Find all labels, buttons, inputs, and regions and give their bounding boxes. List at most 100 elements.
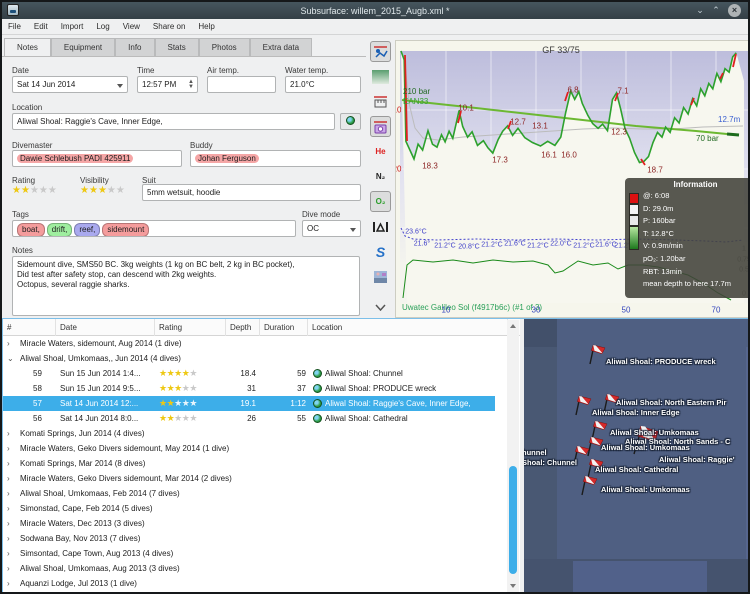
tab-equipment[interactable]: Equipment <box>51 38 115 56</box>
column-header-location[interactable]: Location <box>308 319 508 336</box>
menu-file[interactable]: File <box>8 22 21 31</box>
tag-pill[interactable]: reef, <box>74 223 100 237</box>
location-map-button[interactable] <box>340 113 361 130</box>
trip-row[interactable]: ⌄Aliwal Shoal, Umkomaas,, Jun 2014 (4 di… <box>3 351 495 366</box>
title-bar[interactable]: Subsurface: willem_2015_Augb.xml * ⌄ ⌃ × <box>2 2 748 19</box>
toolbar-collapse-icon[interactable] <box>370 297 391 318</box>
scroll-down-icon[interactable] <box>510 584 516 588</box>
menu-log[interactable]: Log <box>96 22 109 31</box>
expander-icon[interactable]: › <box>7 576 17 591</box>
menu-share-on[interactable]: Share on <box>153 22 185 31</box>
dive-list-scrollbar[interactable] <box>507 320 519 592</box>
menu-help[interactable]: Help <box>198 22 214 31</box>
time-stepper[interactable]: 12:57 PM▲▼ <box>137 76 198 93</box>
expander-icon[interactable]: › <box>7 456 17 471</box>
trip-row[interactable]: ›Sodwana Bay, Nov 2013 (7 dives) <box>3 531 495 546</box>
divemaster-field[interactable]: Dawie Schlebush PADI 425911 <box>12 150 182 167</box>
trip-row[interactable]: ›Simonstad, Cape, Feb 2014 (5 dives) <box>3 501 495 516</box>
trip-row[interactable]: ›Miracle Waters, Geko Divers sidemount, … <box>3 441 495 456</box>
dive-flag-marker[interactable] <box>574 395 593 421</box>
tags-field[interactable]: boat,drift,reef,sidemount <box>12 220 296 237</box>
date-select[interactable]: Sat 14 Jun 2014 <box>12 76 128 93</box>
tab-photos[interactable]: Photos <box>199 38 250 56</box>
column-header-num[interactable]: # <box>3 319 56 336</box>
trip-row[interactable]: ›Miracle Waters, sidemount, Aug 2014 (1 … <box>3 336 495 351</box>
close-icon[interactable]: × <box>728 4 741 17</box>
dive-row[interactable]: 57Sat 14 Jun 2014 12:...★★★★★19.11:12Ali… <box>3 396 495 411</box>
rating-stars[interactable]: ★★★★★ <box>12 185 57 196</box>
helium-graph-icon[interactable]: He <box>370 141 391 162</box>
air-temp-field[interactable] <box>207 76 276 93</box>
menu-edit[interactable]: Edit <box>34 22 48 31</box>
location-field[interactable]: Aliwal Shoal: Raggie's Cave, Inner Edge, <box>12 113 335 130</box>
trip-row[interactable]: ›Miracle Waters, Geko Divers sidemount, … <box>3 471 495 486</box>
tab-stats[interactable]: Stats <box>155 38 199 56</box>
star-icon: ★ <box>174 413 182 423</box>
trip-row[interactable]: ›Komati Springs, Jun 2014 (4 dives) <box>3 426 495 441</box>
trip-row[interactable]: ›Aliwal Shoal, Umkomaas, Aug 2013 (3 div… <box>3 561 495 576</box>
dive-computer-profile-icon[interactable] <box>370 41 391 62</box>
spinner-arrows-icon[interactable]: ▲▼ <box>188 80 194 90</box>
tag-pill[interactable]: drift, <box>47 223 73 237</box>
visibility-stars[interactable]: ★★★★★ <box>80 185 125 196</box>
nitrogen-graph-icon[interactable]: N₂ <box>370 166 391 187</box>
column-header-duration[interactable]: Duration <box>260 319 308 336</box>
tab-notes[interactable]: Notes <box>4 38 51 56</box>
trip-row[interactable]: ›Aquanzi Lodge, Jul 2013 (1 dive) <box>3 576 495 591</box>
scrollbar-thumb[interactable] <box>509 466 517 574</box>
expander-icon[interactable]: › <box>7 336 17 351</box>
tab-extra-data[interactable]: Extra data <box>250 38 312 56</box>
expander-icon[interactable]: › <box>7 561 17 576</box>
ruler-icon[interactable] <box>370 91 391 112</box>
oxygen-graph-icon[interactable]: O₂ <box>370 191 391 212</box>
water-temp-field[interactable]: 21.0°C <box>285 76 361 93</box>
column-header-rating[interactable]: Rating <box>155 319 226 336</box>
picture-thumbnail-icon[interactable] <box>370 266 391 287</box>
star-icon: ★ <box>159 398 167 408</box>
buddy-field[interactable]: Johan Ferguson <box>190 150 361 167</box>
dive-flag-marker[interactable] <box>580 475 599 501</box>
subsurface-logo-icon <box>7 4 19 16</box>
dive-row[interactable]: 59Sun 15 Jun 2014 1:4...★★★★★18.459Aliwa… <box>3 366 495 381</box>
tank-bar-icon[interactable] <box>370 216 391 237</box>
trip-row[interactable]: ›Komati Springs, Mar 2014 (8 dives) <box>3 456 495 471</box>
scroll-up-icon[interactable] <box>510 324 516 328</box>
tab-info[interactable]: Info <box>115 38 154 56</box>
column-header-date[interactable]: Date <box>56 319 155 336</box>
tag-pill[interactable]: boat, <box>17 223 45 237</box>
tab-bar: NotesEquipmentInfoStatsPhotosExtra data <box>4 38 312 56</box>
trip-row[interactable]: ›Miracle Waters, Dec 2013 (3 dives) <box>3 516 495 531</box>
expander-icon[interactable]: › <box>7 471 17 486</box>
dive-sites-map[interactable]: Aliwal Shoal: PRODUCE wreckAliwal Shoal:… <box>524 319 750 593</box>
trip-row[interactable]: ›Aliwal Shoal, Umkomaas, Feb 2014 (7 div… <box>3 486 495 501</box>
salinity-icon[interactable]: S <box>370 241 391 262</box>
expander-icon[interactable]: › <box>7 501 17 516</box>
location-label: Location <box>12 103 42 112</box>
tag-pill[interactable]: sidemount <box>102 223 149 237</box>
trip-row[interactable]: ›Simsontad, Cape Town, Aug 2013 (4 dives… <box>3 546 495 561</box>
dive-row[interactable]: 56Sat 14 Jun 2014 8:0...★★★★★2655Aliwal … <box>3 411 495 426</box>
expander-icon[interactable]: › <box>7 426 17 441</box>
star-icon: ★ <box>12 185 21 196</box>
dive-flag-marker[interactable] <box>588 344 607 370</box>
suit-field[interactable]: 5mm wetsuit, hoodie <box>142 184 361 201</box>
expander-icon[interactable]: › <box>7 546 17 561</box>
dive-list[interactable]: #DateRatingDepthDurationLocation ›Miracl… <box>3 319 520 593</box>
expander-icon[interactable]: ⌄ <box>7 351 17 366</box>
column-header-depth[interactable]: Depth <box>226 319 260 336</box>
maximize-icon[interactable]: ⌃ <box>710 5 722 17</box>
photos-icon[interactable] <box>370 116 391 137</box>
notes-textarea[interactable]: Sidemount dive, SMS50 BC. 3kg weights (1… <box>12 256 360 316</box>
expander-icon[interactable]: › <box>7 516 17 531</box>
expander-icon[interactable]: › <box>7 486 17 501</box>
shade-gradient-icon[interactable] <box>370 66 391 87</box>
expander-icon[interactable]: › <box>7 531 17 546</box>
dive-profile-chart[interactable]: GF 33/75 210 bar EAN33 70 bar 12.7m Uwat… <box>395 40 750 318</box>
dive-mode-select[interactable]: OC <box>302 220 361 237</box>
menu-view[interactable]: View <box>123 22 140 31</box>
expander-icon[interactable]: › <box>7 441 17 456</box>
shade-window-icon[interactable]: ⌄ <box>694 5 706 17</box>
dive-row[interactable]: 58Sun 15 Jun 2014 9:5...★★★★★3137Aliwal … <box>3 381 495 396</box>
menu-import[interactable]: Import <box>61 22 84 31</box>
dive-list-header[interactable]: #DateRatingDepthDurationLocation <box>3 319 520 336</box>
